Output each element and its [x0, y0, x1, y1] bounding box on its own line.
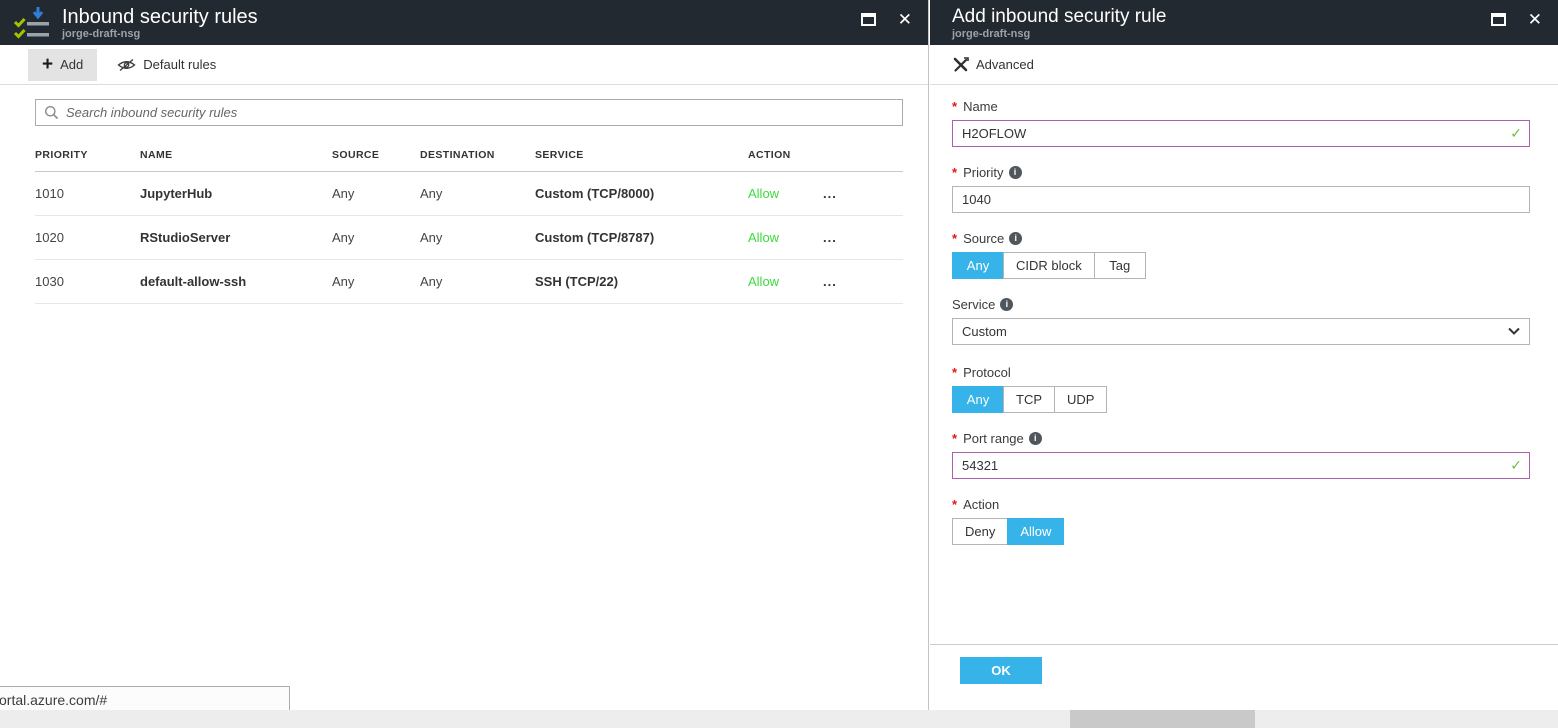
- blade-header: Add inbound security rule jorge-draft-ns…: [930, 0, 1558, 45]
- dialog-subtitle: jorge-draft-nsg: [952, 28, 1166, 40]
- service-select[interactable]: [952, 318, 1530, 345]
- advanced-button[interactable]: Advanced: [952, 49, 1048, 81]
- cell-name: default-allow-ssh: [140, 274, 332, 289]
- protocol-option-any[interactable]: Any: [952, 386, 1004, 413]
- search-box[interactable]: [35, 99, 903, 126]
- required-asterisk: *: [952, 365, 957, 380]
- tools-icon: [952, 57, 969, 73]
- required-asterisk: *: [952, 231, 957, 246]
- info-icon[interactable]: i: [1009, 232, 1022, 245]
- cell-name: JupyterHub: [140, 186, 332, 201]
- source-toggle-group: Any CIDR block Tag: [952, 252, 1530, 279]
- source-label: * Source i: [952, 231, 1530, 246]
- protocol-label: * Protocol: [952, 365, 1530, 380]
- col-source: SOURCE: [332, 149, 420, 161]
- cell-destination: Any: [420, 186, 535, 201]
- cell-name: RStudioServer: [140, 230, 332, 245]
- col-destination: DESTINATION: [420, 149, 535, 161]
- source-option-tag[interactable]: Tag: [1094, 252, 1146, 279]
- row-menu-button[interactable]: ...: [815, 274, 903, 289]
- source-option-any[interactable]: Any: [952, 252, 1004, 279]
- dialog-footer: OK: [930, 644, 1558, 710]
- required-asterisk: *: [952, 431, 957, 446]
- add-button-label: Add: [60, 57, 83, 72]
- info-icon[interactable]: i: [1009, 166, 1022, 179]
- protocol-option-tcp[interactable]: TCP: [1003, 386, 1055, 413]
- default-rules-button[interactable]: Default rules: [103, 49, 230, 81]
- eye-slash-icon: [117, 58, 136, 72]
- cell-service: SSH (TCP/22): [535, 274, 748, 289]
- protocol-toggle-group: Any TCP UDP: [952, 386, 1530, 413]
- col-name: NAME: [140, 149, 332, 161]
- cell-destination: Any: [420, 274, 535, 289]
- cell-service: Custom (TCP/8000): [535, 186, 748, 201]
- action-label: * Action: [952, 497, 1530, 512]
- maximize-icon[interactable]: [1491, 13, 1506, 26]
- add-inbound-rule-blade: Add inbound security rule jorge-draft-ns…: [930, 0, 1558, 710]
- required-asterisk: *: [952, 165, 957, 180]
- priority-field[interactable]: [952, 186, 1530, 213]
- add-rule-toolbar: Advanced: [930, 45, 1558, 85]
- plus-icon: +: [42, 55, 53, 74]
- port-range-label: * Port range i: [952, 431, 1530, 446]
- info-icon[interactable]: i: [1029, 432, 1042, 445]
- page-title: Inbound security rules: [62, 3, 258, 28]
- close-icon[interactable]: ✕: [898, 11, 912, 28]
- cell-service: Custom (TCP/8787): [535, 230, 748, 245]
- horizontal-scrollbar-thumb[interactable]: [1070, 710, 1255, 728]
- table-row[interactable]: 1010 JupyterHub Any Any Custom (TCP/8000…: [35, 172, 903, 216]
- inbound-security-rules-blade: Inbound security rules jorge-draft-nsg ✕…: [0, 0, 929, 710]
- cell-priority: 1010: [35, 186, 140, 201]
- row-menu-button[interactable]: ...: [815, 186, 903, 201]
- service-label: Service i: [952, 297, 1530, 312]
- cell-destination: Any: [420, 230, 535, 245]
- cell-action: Allow: [748, 186, 815, 201]
- cell-priority: 1020: [35, 230, 140, 245]
- maximize-icon[interactable]: [861, 13, 876, 26]
- cell-priority: 1030: [35, 274, 140, 289]
- source-option-cidr-block[interactable]: CIDR block: [1003, 252, 1095, 279]
- azure-portal-page: Inbound security rules jorge-draft-nsg ✕…: [0, 0, 1558, 728]
- info-icon[interactable]: i: [1000, 298, 1013, 311]
- table-row[interactable]: 1030 default-allow-ssh Any Any SSH (TCP/…: [35, 260, 903, 304]
- col-action: ACTION: [748, 149, 815, 161]
- search-icon: [44, 105, 59, 120]
- row-menu-button[interactable]: ...: [815, 230, 903, 245]
- action-toggle-group: Deny Allow: [952, 518, 1530, 545]
- advanced-label: Advanced: [976, 57, 1034, 72]
- table-row[interactable]: 1020 RStudioServer Any Any Custom (TCP/8…: [35, 216, 903, 260]
- ok-button[interactable]: OK: [960, 657, 1042, 684]
- dialog-title: Add inbound security rule: [952, 3, 1166, 28]
- protocol-option-udp[interactable]: UDP: [1054, 386, 1107, 413]
- port-range-field[interactable]: [952, 452, 1530, 479]
- cell-action: Allow: [748, 274, 815, 289]
- action-option-allow[interactable]: Allow: [1007, 518, 1064, 545]
- action-option-deny[interactable]: Deny: [952, 518, 1008, 545]
- rules-table: PRIORITY NAME SOURCE DESTINATION SERVICE…: [35, 138, 903, 304]
- add-rule-form: * Name ✓ * Priority i: [930, 85, 1558, 545]
- cell-source: Any: [332, 186, 420, 201]
- inbound-rules-icon: [12, 4, 54, 42]
- blade-header: Inbound security rules jorge-draft-nsg ✕: [0, 0, 928, 45]
- required-asterisk: *: [952, 497, 957, 512]
- default-rules-label: Default rules: [143, 57, 216, 72]
- page-subtitle: jorge-draft-nsg: [62, 28, 258, 40]
- search-input[interactable]: [66, 105, 894, 120]
- cell-source: Any: [332, 274, 420, 289]
- table-header-row: PRIORITY NAME SOURCE DESTINATION SERVICE…: [35, 138, 903, 172]
- close-icon[interactable]: ✕: [1528, 11, 1542, 28]
- add-rule-button[interactable]: + Add: [28, 49, 97, 81]
- cell-source: Any: [332, 230, 420, 245]
- required-asterisk: *: [952, 99, 957, 114]
- col-priority: PRIORITY: [35, 149, 140, 161]
- name-field[interactable]: [952, 120, 1530, 147]
- cell-action: Allow: [748, 230, 815, 245]
- name-label: * Name: [952, 99, 1530, 114]
- col-service: SERVICE: [535, 149, 748, 161]
- rules-toolbar: + Add Default rules: [0, 45, 928, 85]
- priority-label: * Priority i: [952, 165, 1530, 180]
- horizontal-scrollbar-track[interactable]: [0, 710, 1558, 728]
